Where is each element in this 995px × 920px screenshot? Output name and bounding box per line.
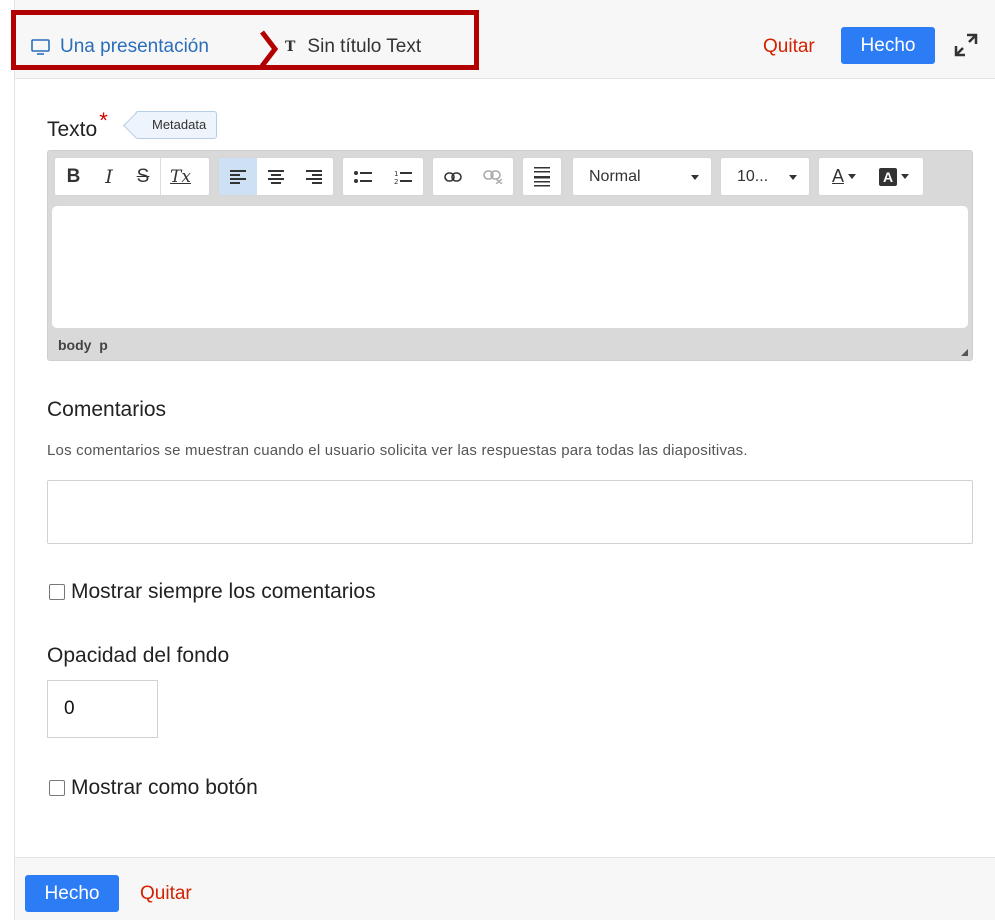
- mostrar-boton-label: Mostrar como botón: [71, 776, 258, 799]
- chevron-down-icon: [901, 174, 909, 179]
- quitar-button-bottom[interactable]: Quitar: [140, 883, 192, 905]
- svg-text:1: 1: [394, 170, 398, 178]
- breadcrumb-current-label: Sin título Text: [307, 36, 422, 57]
- metadata-button[interactable]: Metadata: [135, 111, 218, 139]
- editor-content-area[interactable]: [52, 206, 968, 328]
- hecho-button-top[interactable]: Hecho: [841, 27, 935, 64]
- chevron-down-icon: [691, 175, 699, 180]
- toolbar-lists: 12: [342, 157, 424, 196]
- link-icon[interactable]: [433, 158, 473, 195]
- chevron-right-icon: [260, 30, 279, 68]
- text-color-icon[interactable]: A: [819, 158, 869, 195]
- toolbar-alignment: [218, 157, 334, 196]
- background-color-glyph: A: [879, 167, 897, 186]
- header-bar: Una presentación T Sin título Text Quita…: [11, 0, 995, 79]
- mostrar-siempre-row[interactable]: Mostrar siempre los comentarios: [49, 580, 376, 604]
- svg-text:2: 2: [394, 178, 398, 185]
- format-select-value: Normal: [589, 167, 641, 185]
- text-color-glyph: A: [831, 166, 844, 186]
- expand-icon[interactable]: [953, 32, 979, 58]
- presentation-icon: [31, 38, 50, 55]
- chevron-down-icon: [789, 175, 797, 180]
- required-mark: *: [99, 108, 108, 133]
- mostrar-boton-checkbox[interactable]: [49, 780, 65, 796]
- comentarios-input[interactable]: [47, 480, 973, 544]
- format-select[interactable]: Normal: [572, 157, 712, 196]
- align-center-icon[interactable]: [257, 158, 295, 195]
- path-p[interactable]: p: [99, 337, 108, 353]
- element-path-bar: body p: [58, 337, 108, 353]
- bold-icon[interactable]: B: [55, 158, 92, 195]
- comentarios-title: Comentarios: [47, 398, 167, 421]
- align-right-icon[interactable]: [295, 158, 333, 195]
- chevron-down-icon: [848, 174, 856, 179]
- horizontal-line-icon[interactable]: [523, 158, 561, 195]
- text-type-icon: T: [285, 39, 296, 55]
- mostrar-siempre-checkbox[interactable]: [49, 584, 65, 600]
- background-color-icon[interactable]: A: [869, 158, 919, 195]
- opacidad-input[interactable]: 0: [47, 680, 158, 738]
- hecho-button-bottom[interactable]: Hecho: [25, 875, 119, 912]
- toolbar-basic-styles: B I S Tx: [54, 157, 210, 196]
- mostrar-boton-row[interactable]: Mostrar como botón: [49, 776, 258, 800]
- unlink-icon[interactable]: [473, 158, 513, 195]
- size-select-value: 10...: [737, 167, 769, 185]
- quitar-button-top[interactable]: Quitar: [763, 36, 815, 58]
- texto-field-label: Texto*: [47, 108, 108, 142]
- clear-format-icon[interactable]: Tx: [160, 158, 200, 195]
- toolbar-hr: [522, 157, 562, 196]
- italic-icon[interactable]: I: [92, 158, 126, 195]
- toolbar-links: [432, 157, 514, 196]
- breadcrumb-parent-label: Una presentación: [60, 36, 209, 57]
- mostrar-siempre-label: Mostrar siempre los comentarios: [71, 580, 376, 603]
- path-body[interactable]: body: [58, 337, 91, 353]
- bulleted-list-icon[interactable]: [343, 158, 383, 195]
- opacidad-title: Opacidad del fondo: [47, 644, 230, 667]
- resize-handle[interactable]: [961, 349, 968, 356]
- editor-page: Una presentación T Sin título Text Quita…: [11, 0, 995, 920]
- texto-label-text: Texto: [47, 118, 98, 141]
- footer-bar: Hecho Quitar: [15, 857, 995, 920]
- breadcrumb-current: T Sin título Text: [285, 36, 421, 58]
- rich-text-editor: B I S Tx 12 Normal 10... A A body p: [47, 150, 973, 361]
- numbered-list-icon[interactable]: 12: [383, 158, 423, 195]
- size-select[interactable]: 10...: [720, 157, 810, 196]
- breadcrumb-parent-link[interactable]: Una presentación: [31, 36, 209, 58]
- comentarios-description: Los comentarios se muestran cuando el us…: [47, 442, 748, 459]
- strikethrough-icon[interactable]: S: [126, 158, 160, 195]
- align-left-icon[interactable]: [219, 158, 257, 195]
- toolbar-colors: A A: [818, 157, 924, 196]
